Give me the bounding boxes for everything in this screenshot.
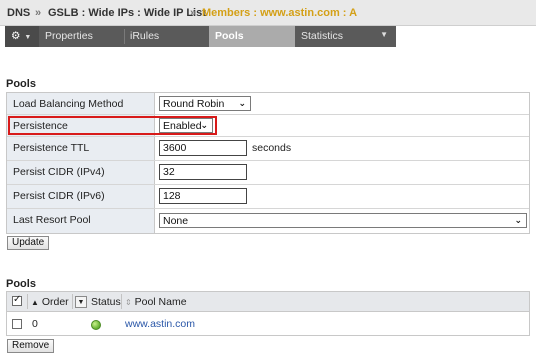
chevron-down-icon: ⌄ — [514, 215, 522, 225]
sort-indicator-icon: ⇕ — [125, 298, 132, 307]
settings-menu-button[interactable]: ⚙ ▼ — [5, 26, 39, 47]
breadcrumb-current: Members : www.astin.com : A — [202, 7, 358, 19]
last-resort-pool-label: Last Resort Pool — [7, 209, 155, 233]
pool-name-column-header[interactable]: ⇕ Pool Name — [125, 292, 187, 311]
persist-cidr-ipv4-input[interactable]: 32 — [159, 164, 247, 180]
row-load-balancing: Load Balancing Method Round Robin ⌄ — [7, 93, 529, 115]
tab-bar: ⚙ ▼ Properties iRules Pools Statistics ▼ — [5, 26, 396, 47]
persistence-highlight-box — [8, 116, 217, 135]
remove-button[interactable]: Remove — [7, 339, 55, 353]
row-persist-cidr-ipv6: Persist CIDR (IPv6) 128 — [7, 185, 529, 209]
order-column-label: Order — [41, 296, 69, 308]
pools-list-table: ▲ Order ▼ Status ⇕ Pool Name 0 www.astin… — [6, 291, 530, 336]
row-last-resort-pool: Last Resort Pool None ⌄ — [7, 209, 529, 233]
table-row: 0 www.astin.com — [7, 313, 529, 335]
pools-settings-table: Load Balancing Method Round Robin ⌄ Pers… — [6, 92, 530, 234]
chevron-down-icon[interactable]: ▼ — [380, 30, 388, 39]
load-balancing-label: Load Balancing Method — [7, 93, 155, 114]
persist-cidr-ipv6-input[interactable]: 128 — [159, 188, 247, 204]
gear-icon: ⚙ — [11, 30, 21, 42]
load-balancing-value: Round Robin — [163, 98, 225, 110]
persistence-ttl-input[interactable]: 3600 — [159, 140, 247, 156]
pools-section-title: Pools — [6, 78, 36, 90]
update-button[interactable]: Update — [7, 236, 50, 250]
row-checkbox[interactable] — [12, 319, 22, 329]
persistence-ttl-label: Persistence TTL — [7, 137, 155, 160]
breadcrumb-gslb-wide-ip-list[interactable]: GSLB : Wide IPs : Wide IP List — [48, 7, 206, 19]
pool-name-link[interactable]: www.astin.com — [125, 318, 195, 330]
persist-cidr-ipv4-label: Persist CIDR (IPv4) — [7, 161, 155, 184]
select-all-checkbox[interactable] — [12, 294, 22, 306]
status-available-icon — [91, 320, 101, 330]
row-persistence-ttl: Persistence TTL 3600 seconds — [7, 137, 529, 161]
last-resort-pool-value: None — [163, 215, 189, 227]
status-column-header[interactable]: Status — [91, 292, 121, 311]
pool-name-column-label: Pool Name — [134, 296, 187, 308]
chevron-down-icon: ⌄ — [238, 98, 246, 108]
order-column-header[interactable]: ▲ Order — [31, 292, 69, 311]
row-order: 0 — [32, 318, 38, 330]
row-persist-cidr-ipv4: Persist CIDR (IPv4) 32 — [7, 161, 529, 185]
chevron-down-icon: ▼ — [24, 34, 32, 41]
breadcrumb: DNS » GSLB : Wide IPs : Wide IP List » M… — [0, 0, 536, 26]
tab-pools[interactable]: Pools — [209, 26, 295, 47]
sort-ascending-icon: ▲ — [31, 298, 39, 307]
persistence-ttl-unit: seconds — [252, 142, 292, 154]
chevron-down-icon: ▼ — [77, 299, 85, 306]
load-balancing-select[interactable]: Round Robin ⌄ — [159, 96, 251, 111]
persist-cidr-ipv6-label: Persist CIDR (IPv6) — [7, 185, 155, 208]
status-filter-dropdown[interactable]: ▼ — [75, 296, 87, 308]
tab-statistics-label: Statistics — [301, 30, 344, 42]
tab-statistics[interactable]: Statistics ▼ — [295, 26, 396, 47]
tab-irules[interactable]: iRules — [124, 26, 209, 47]
last-resort-pool-select[interactable]: None ⌄ — [159, 213, 527, 228]
breadcrumb-separator: » — [190, 7, 197, 19]
breadcrumb-separator: » — [35, 7, 42, 19]
pools-list-header: ▲ Order ▼ Status ⇕ Pool Name — [7, 292, 529, 312]
breadcrumb-dns[interactable]: DNS — [7, 7, 30, 19]
tab-properties[interactable]: Properties — [39, 26, 124, 47]
pools-list-title: Pools — [6, 278, 36, 290]
